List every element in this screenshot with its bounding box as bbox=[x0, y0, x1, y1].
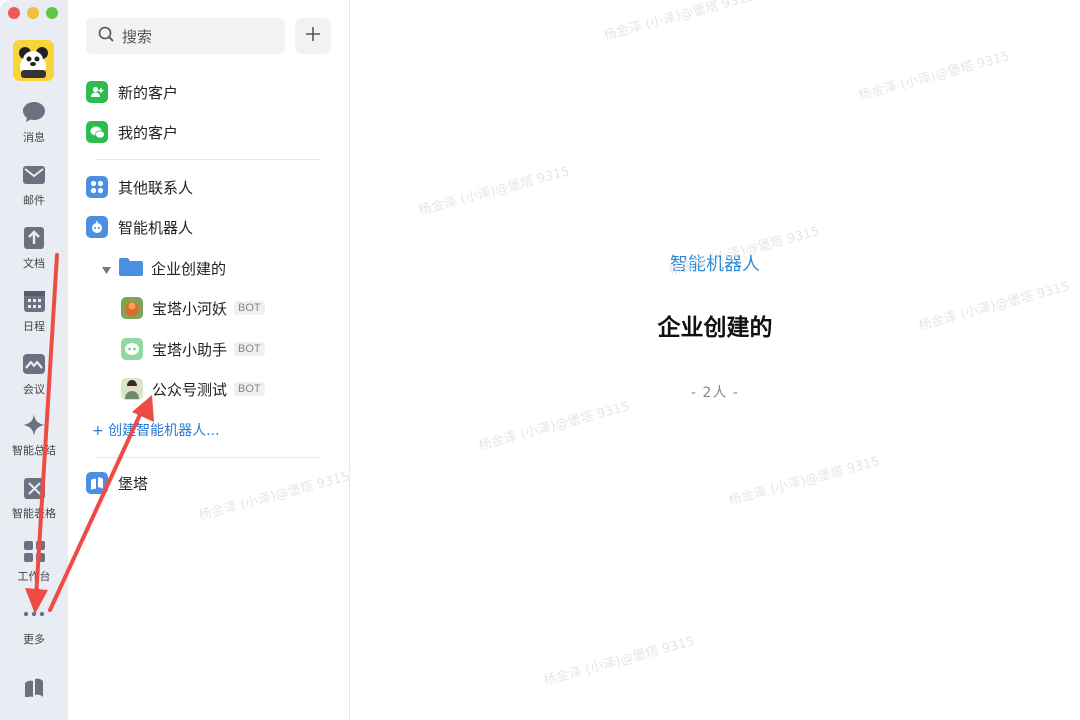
rail-item-smart-sheet[interactable]: 智能表格 bbox=[0, 476, 68, 532]
rail-item-more[interactable]: 更多 bbox=[0, 602, 68, 658]
add-contact-icon bbox=[86, 81, 108, 103]
org-logo-icon bbox=[86, 472, 108, 494]
other-contacts-item[interactable]: 其他联系人 bbox=[86, 173, 193, 201]
rail-item-workbench[interactable]: 工作台 bbox=[0, 539, 68, 595]
minimize-window-button[interactable] bbox=[27, 7, 39, 19]
rail-item-label: 会议 bbox=[23, 383, 45, 396]
search-input[interactable]: 搜索 bbox=[86, 18, 285, 54]
bot-item[interactable]: 宝塔小河妖 BOT bbox=[121, 294, 265, 322]
folder-enterprise-created[interactable]: 企业创建的 bbox=[102, 254, 226, 282]
navigation-rail: 消息 邮件 文档 日程 会议 智能总结 智能表格 工作台 更多 bbox=[0, 0, 68, 720]
user-avatar[interactable] bbox=[13, 40, 54, 81]
rail-item-label: 智能表格 bbox=[12, 507, 56, 520]
divider bbox=[96, 159, 320, 160]
document-icon bbox=[22, 226, 46, 250]
bot-avatar bbox=[121, 338, 143, 360]
rail-item-label: 工作台 bbox=[17, 570, 51, 583]
create-robot-label: + 创建智能机器人... bbox=[92, 423, 220, 439]
detail-category[interactable]: 智能机器人 bbox=[350, 250, 1080, 276]
more-dots-icon bbox=[22, 602, 46, 626]
my-customers-label: 我的客户 bbox=[118, 123, 179, 142]
rail-item-label: 更多 bbox=[23, 633, 45, 646]
smart-robots-item[interactable]: 智能机器人 bbox=[86, 213, 193, 241]
window-controls bbox=[8, 7, 58, 19]
bot-avatar bbox=[121, 378, 143, 400]
caret-down-icon[interactable] bbox=[102, 259, 111, 278]
bot-badge: BOT bbox=[234, 301, 265, 315]
smart-robots-label: 智能机器人 bbox=[118, 218, 194, 237]
detail-pane: 智能机器人 企业创建的 - 2人 - bbox=[350, 0, 1080, 720]
new-customers-label: 新的客户 bbox=[118, 83, 179, 102]
bot-avatar bbox=[121, 297, 143, 319]
other-contacts-icon bbox=[86, 176, 108, 198]
chat-bubble-icon bbox=[22, 100, 46, 124]
new-customers-item[interactable]: 新的客户 bbox=[86, 78, 178, 106]
rail-item-label: 文档 bbox=[23, 257, 45, 270]
search-placeholder: 搜索 bbox=[122, 27, 153, 46]
bot-name: 公众号测试 bbox=[152, 380, 228, 399]
book-icon[interactable] bbox=[23, 677, 45, 701]
workbench-icon bbox=[22, 539, 46, 563]
robot-icon bbox=[86, 216, 108, 238]
rail-item-calendar[interactable]: 日程 bbox=[0, 289, 68, 345]
bot-name: 宝塔小河妖 bbox=[152, 299, 228, 318]
bot-badge: BOT bbox=[234, 342, 265, 356]
org-item[interactable]: 堡塔 bbox=[86, 469, 148, 497]
rail-item-label: 消息 bbox=[23, 131, 45, 144]
bot-item[interactable]: 公众号测试 BOT bbox=[121, 375, 265, 403]
divider bbox=[96, 457, 320, 458]
meeting-icon bbox=[22, 352, 46, 376]
folder-icon bbox=[119, 257, 143, 280]
rail-item-label: 日程 bbox=[23, 320, 45, 333]
mail-icon bbox=[22, 163, 46, 187]
create-robot-link[interactable]: + 创建智能机器人... bbox=[92, 420, 220, 440]
other-contacts-label: 其他联系人 bbox=[118, 178, 194, 197]
member-count: - 2人 - bbox=[691, 385, 739, 401]
smart-sheet-icon bbox=[22, 476, 46, 500]
zoom-window-button[interactable] bbox=[46, 7, 58, 19]
add-button[interactable] bbox=[295, 18, 331, 54]
rail-item-label: 邮件 bbox=[23, 194, 45, 207]
plus-icon bbox=[305, 26, 321, 46]
rail-item-messages[interactable]: 消息 bbox=[0, 100, 68, 156]
bot-item[interactable]: 宝塔小助手 BOT bbox=[121, 335, 265, 363]
contacts-panel: 搜索 新的客户 我的客户 其他联系人 智能机器人 企业创建的 宝塔小河妖 BOT… bbox=[68, 0, 350, 720]
detail-title: 企业创建的 bbox=[657, 315, 773, 341]
org-name-label: 堡塔 bbox=[118, 474, 149, 493]
bot-name: 宝塔小助手 bbox=[152, 340, 228, 359]
rail-item-smart-summary[interactable]: 智能总结 bbox=[0, 413, 68, 469]
rail-item-mail[interactable]: 邮件 bbox=[0, 163, 68, 219]
close-window-button[interactable] bbox=[8, 7, 20, 19]
search-icon bbox=[98, 26, 114, 46]
sparkle-icon bbox=[22, 413, 46, 437]
calendar-icon bbox=[22, 289, 46, 313]
wechat-icon bbox=[86, 121, 108, 143]
rail-item-meetings[interactable]: 会议 bbox=[0, 352, 68, 408]
bot-badge: BOT bbox=[234, 382, 265, 396]
folder-label: 企业创建的 bbox=[151, 259, 227, 278]
rail-item-docs[interactable]: 文档 bbox=[0, 226, 68, 282]
rail-item-label: 智能总结 bbox=[12, 444, 56, 457]
my-customers-item[interactable]: 我的客户 bbox=[86, 118, 178, 146]
